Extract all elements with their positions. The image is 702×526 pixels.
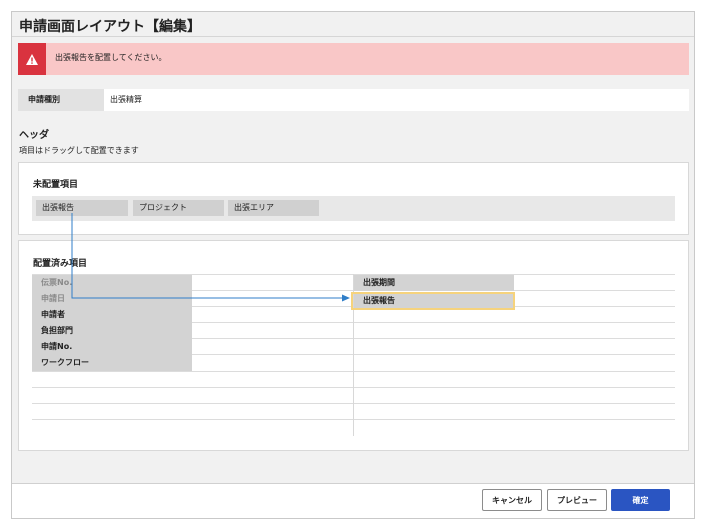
footer-bar: キャンセル プレビュー 確定 [12,484,694,518]
drag-path-arrow [71,213,350,302]
cancel-button[interactable]: キャンセル [482,489,542,511]
confirm-button[interactable]: 確定 [611,489,670,511]
preview-button[interactable]: プレビュー [547,489,607,511]
